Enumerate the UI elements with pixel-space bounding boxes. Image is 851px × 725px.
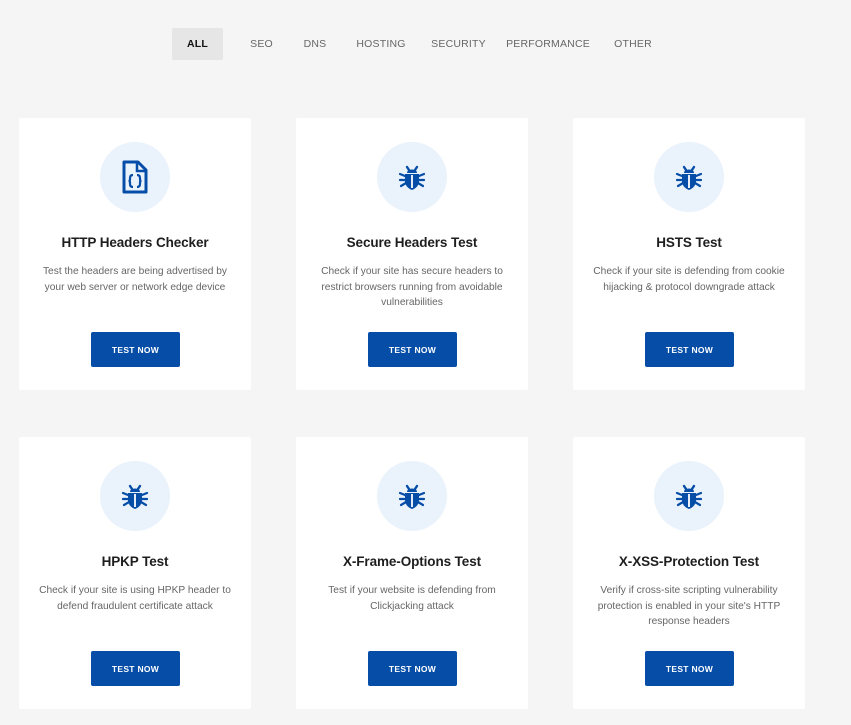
icon-circle: [100, 142, 170, 212]
tool-card: Secure Headers Test Check if your site h…: [296, 118, 528, 390]
card-title: HSTS Test: [656, 235, 722, 250]
test-now-button[interactable]: TEST NOW: [368, 651, 457, 686]
icon-circle: [377, 142, 447, 212]
code-file-icon: [122, 160, 148, 194]
test-now-button[interactable]: TEST NOW: [91, 651, 180, 686]
bug-shield-icon: [121, 484, 149, 509]
tool-card: X-Frame-Options Test Test if your websit…: [296, 437, 528, 709]
test-now-button[interactable]: TEST NOW: [91, 332, 180, 367]
card-title: HPKP Test: [101, 554, 169, 569]
card-title: X-XSS-Protection Test: [618, 554, 760, 569]
card-description: Check if your site is defending from coo…: [593, 266, 785, 293]
card-description: Check if your site has secure headers to…: [321, 266, 503, 308]
tool-card: X-XSS-Protection Test Verify if cross-si…: [573, 437, 805, 709]
icon-circle: [654, 461, 724, 531]
card-title: Secure Headers Test: [346, 235, 478, 250]
card-title: HTTP Headers Checker: [61, 235, 209, 250]
card-description: Test if your website is defending from C…: [328, 585, 496, 612]
tab-other[interactable]: OTHER: [611, 28, 655, 60]
icon-circle: [100, 461, 170, 531]
test-now-button[interactable]: TEST NOW: [645, 332, 734, 367]
icon-circle: [654, 142, 724, 212]
tab-all[interactable]: ALL: [172, 28, 223, 60]
test-now-button[interactable]: TEST NOW: [368, 332, 457, 367]
icon-circle: [377, 461, 447, 531]
tab-performance[interactable]: PERFORMANCE: [485, 28, 611, 60]
test-now-button[interactable]: TEST NOW: [645, 651, 734, 686]
tab-dns[interactable]: DNS: [300, 28, 330, 60]
bug-shield-icon: [675, 165, 703, 190]
tool-card: HTTP Headers Checker Test the headers ar…: [19, 118, 251, 390]
tool-card: HSTS Test Check if your site is defendin…: [573, 118, 805, 390]
tab-security[interactable]: SECURITY: [431, 28, 486, 60]
card-description: Check if your site is using HPKP header …: [39, 585, 231, 612]
card-title: X-Frame-Options Test: [342, 554, 482, 569]
tool-card: HPKP Test Check if your site is using HP…: [19, 437, 251, 709]
category-tabs: ALL SEO DNS HOSTING SECURITY PERFORMANCE…: [172, 28, 655, 60]
bug-shield-icon: [675, 484, 703, 509]
card-description: Test the headers are being advertised by…: [42, 266, 228, 293]
card-description: Verify if cross-site scripting vulnerabi…: [597, 585, 781, 627]
bug-shield-icon: [398, 484, 426, 509]
bug-shield-icon: [398, 165, 426, 190]
tab-hosting[interactable]: HOSTING: [330, 28, 432, 60]
tab-seo[interactable]: SEO: [223, 28, 300, 60]
